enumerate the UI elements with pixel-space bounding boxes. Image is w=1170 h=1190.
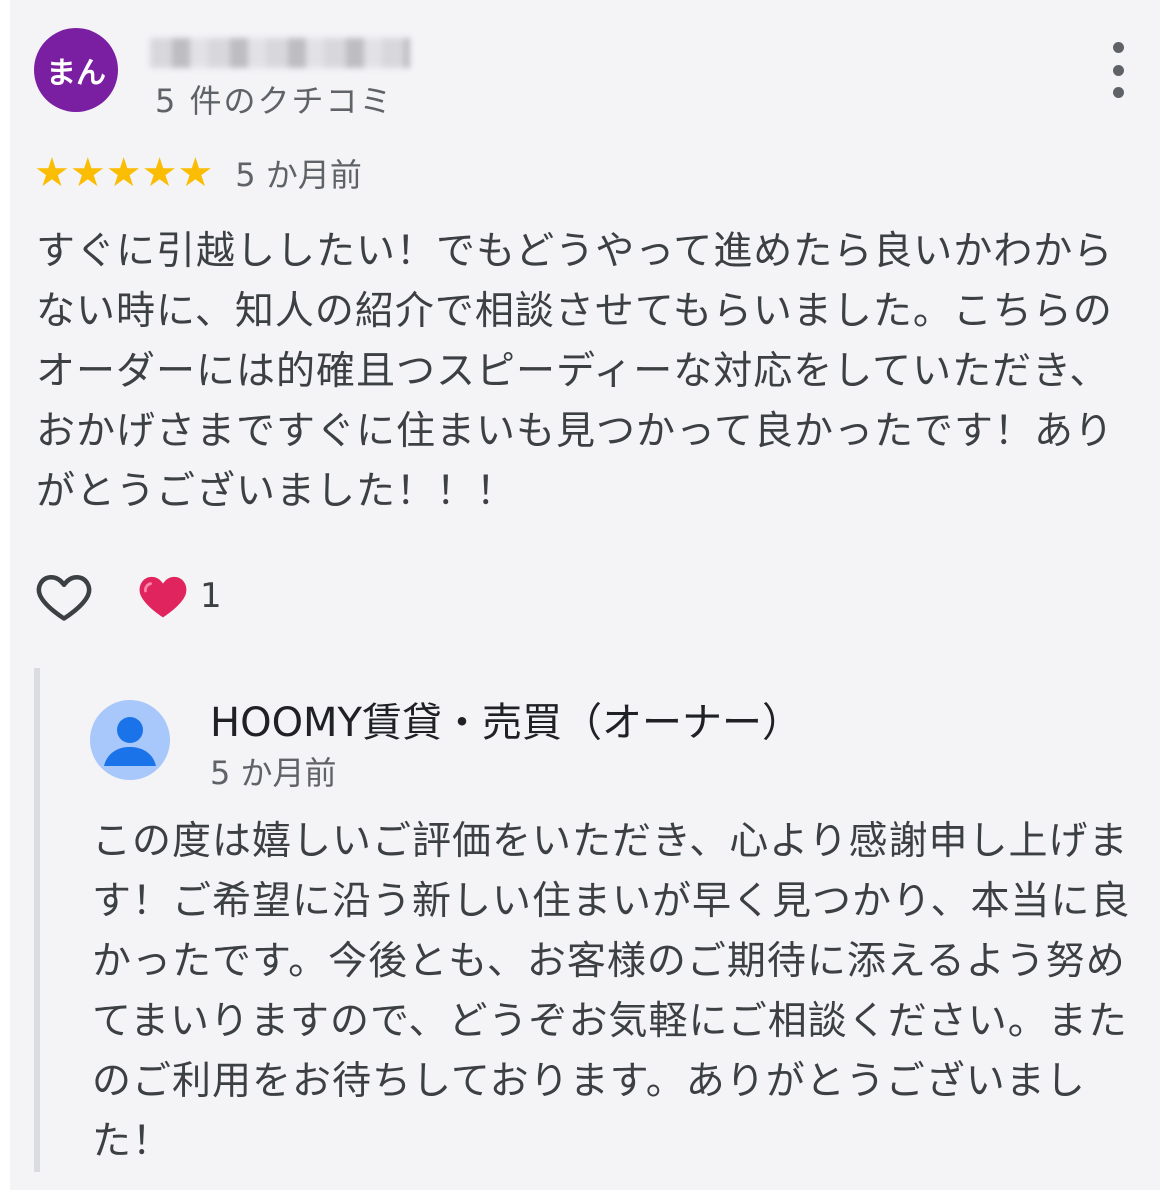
avatar-initials: まん — [46, 56, 106, 91]
star-rating: ★ ★ ★ ★ ★ 5 か月前 — [34, 150, 362, 196]
owner-name[interactable]: HOOMY賃貸・売買（オーナー） — [210, 690, 802, 748]
reviewer-name-blurred[interactable] — [150, 38, 410, 68]
review-card: まん 5 件のクチコミ ★ ★ ★ ★ ★ 5 か月前 すぐに引越ししたい！でも… — [10, 0, 1160, 1190]
default-profile-icon[interactable] — [90, 700, 170, 780]
reaction-count: 1 — [200, 576, 222, 616]
star-icon: ★ — [105, 150, 142, 196]
star-icon: ★ — [34, 150, 70, 196]
reply-divider — [34, 668, 40, 1172]
heart-outline-icon[interactable] — [34, 566, 94, 626]
reaction-row: 1 — [34, 566, 222, 626]
owner-reply-text: この度は嬉しいご評価をいただき、心より感謝申し上げます！ご希望に沿う新しい住まい… — [92, 819, 1131, 1164]
star-icon: ★ — [69, 150, 106, 196]
review-time: 5 か月前 — [235, 156, 362, 194]
star-icon: ★ — [141, 150, 178, 196]
review-count[interactable]: 5 件のクチコミ — [155, 76, 394, 122]
red-heart-icon[interactable] — [136, 569, 190, 623]
reviewer-avatar[interactable]: まん — [34, 28, 118, 112]
review-text: すぐに引越ししたい！でもどうやって進めたら良いかわからない時に、知人の紹介で相談… — [36, 229, 1115, 514]
star-icon: ★ — [177, 150, 214, 196]
more-vert-icon[interactable] — [1100, 42, 1136, 98]
owner-reply-time: 5 か月前 — [210, 754, 337, 792]
